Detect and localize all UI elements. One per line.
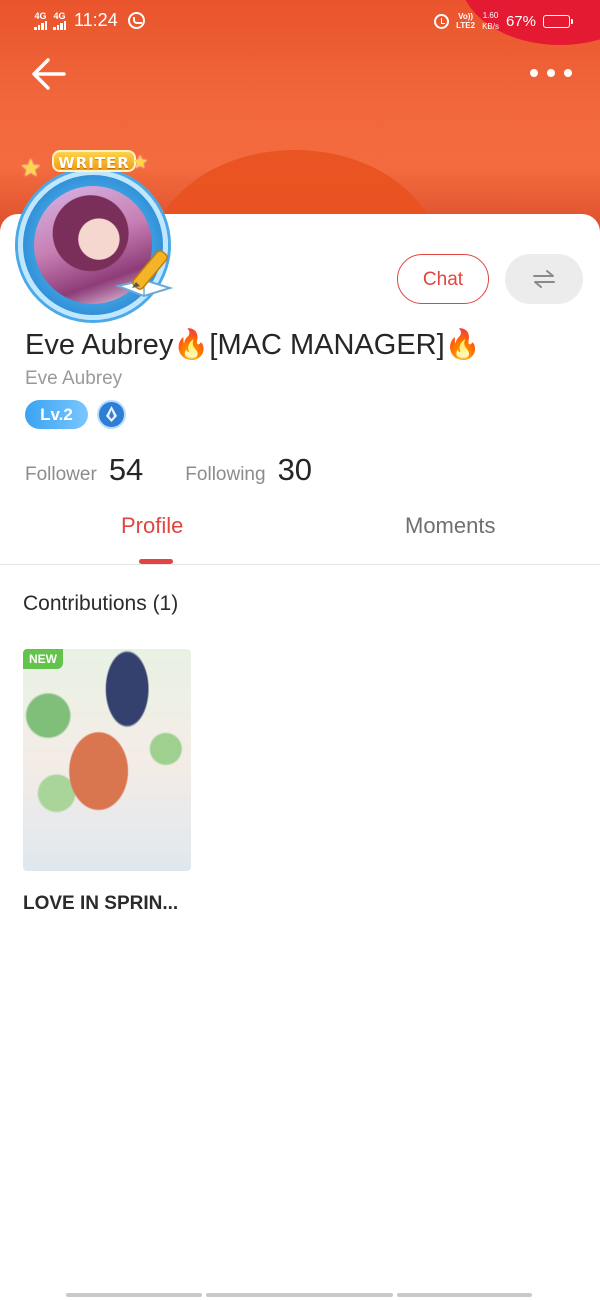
gesture-navigation-bar[interactable]	[66, 1293, 532, 1297]
book-title[interactable]: LOVE IN SPRIN...	[23, 893, 178, 915]
switch-account-button[interactable]	[505, 254, 583, 304]
rank-medal-icon[interactable]	[97, 400, 126, 429]
divider	[0, 564, 600, 565]
back-button[interactable]	[28, 52, 72, 96]
status-bar: 4G 4G 11:24 Vo)) LTE2 1.60 KB/s 67%	[0, 0, 600, 46]
whatsapp-icon	[127, 12, 145, 29]
alarm-icon	[434, 13, 450, 29]
contributions-title: Contributions (1)	[23, 592, 179, 615]
network-type-label: 4G	[34, 10, 47, 21]
arrow-left-icon	[32, 58, 66, 90]
level-badge[interactable]: Lv.2	[25, 400, 88, 429]
display-name: Eve Aubrey🔥[MAC MANAGER]🔥	[25, 329, 481, 361]
star-icon: ★	[20, 155, 42, 182]
avatar[interactable]: WRITER ★ ★	[4, 150, 186, 320]
follower-label[interactable]: Follower	[25, 464, 97, 486]
tab-profile[interactable]: Profile	[121, 513, 183, 539]
pen-book-icon	[114, 250, 174, 298]
follower-count[interactable]: 54	[109, 452, 143, 488]
follow-stats: Follower 54 Following 30	[25, 452, 312, 488]
swap-arrows-icon	[533, 270, 555, 288]
new-badge: NEW	[23, 649, 63, 669]
tab-moments[interactable]: Moments	[405, 513, 495, 539]
network-speed: 1.60 KB/s	[482, 11, 499, 31]
star-icon: ★	[132, 152, 149, 172]
more-dots-icon	[530, 69, 538, 77]
book-cover[interactable]: NEW	[23, 649, 191, 871]
following-label[interactable]: Following	[185, 464, 265, 486]
volte-indicator: Vo)) LTE2	[456, 12, 476, 30]
signal-sim1-icon: 4G	[34, 10, 47, 30]
chat-button[interactable]: Chat	[397, 254, 489, 304]
more-options-button[interactable]	[530, 58, 572, 88]
network-type-label: 4G	[53, 10, 66, 21]
signal-sim2-icon: 4G	[53, 10, 66, 30]
writer-badge: WRITER	[52, 150, 136, 172]
following-count[interactable]: 30	[278, 452, 312, 488]
clock: 11:24	[74, 10, 118, 30]
battery-icon	[543, 14, 573, 28]
username: Eve Aubrey	[25, 368, 123, 389]
battery-percent: 67%	[505, 12, 536, 30]
